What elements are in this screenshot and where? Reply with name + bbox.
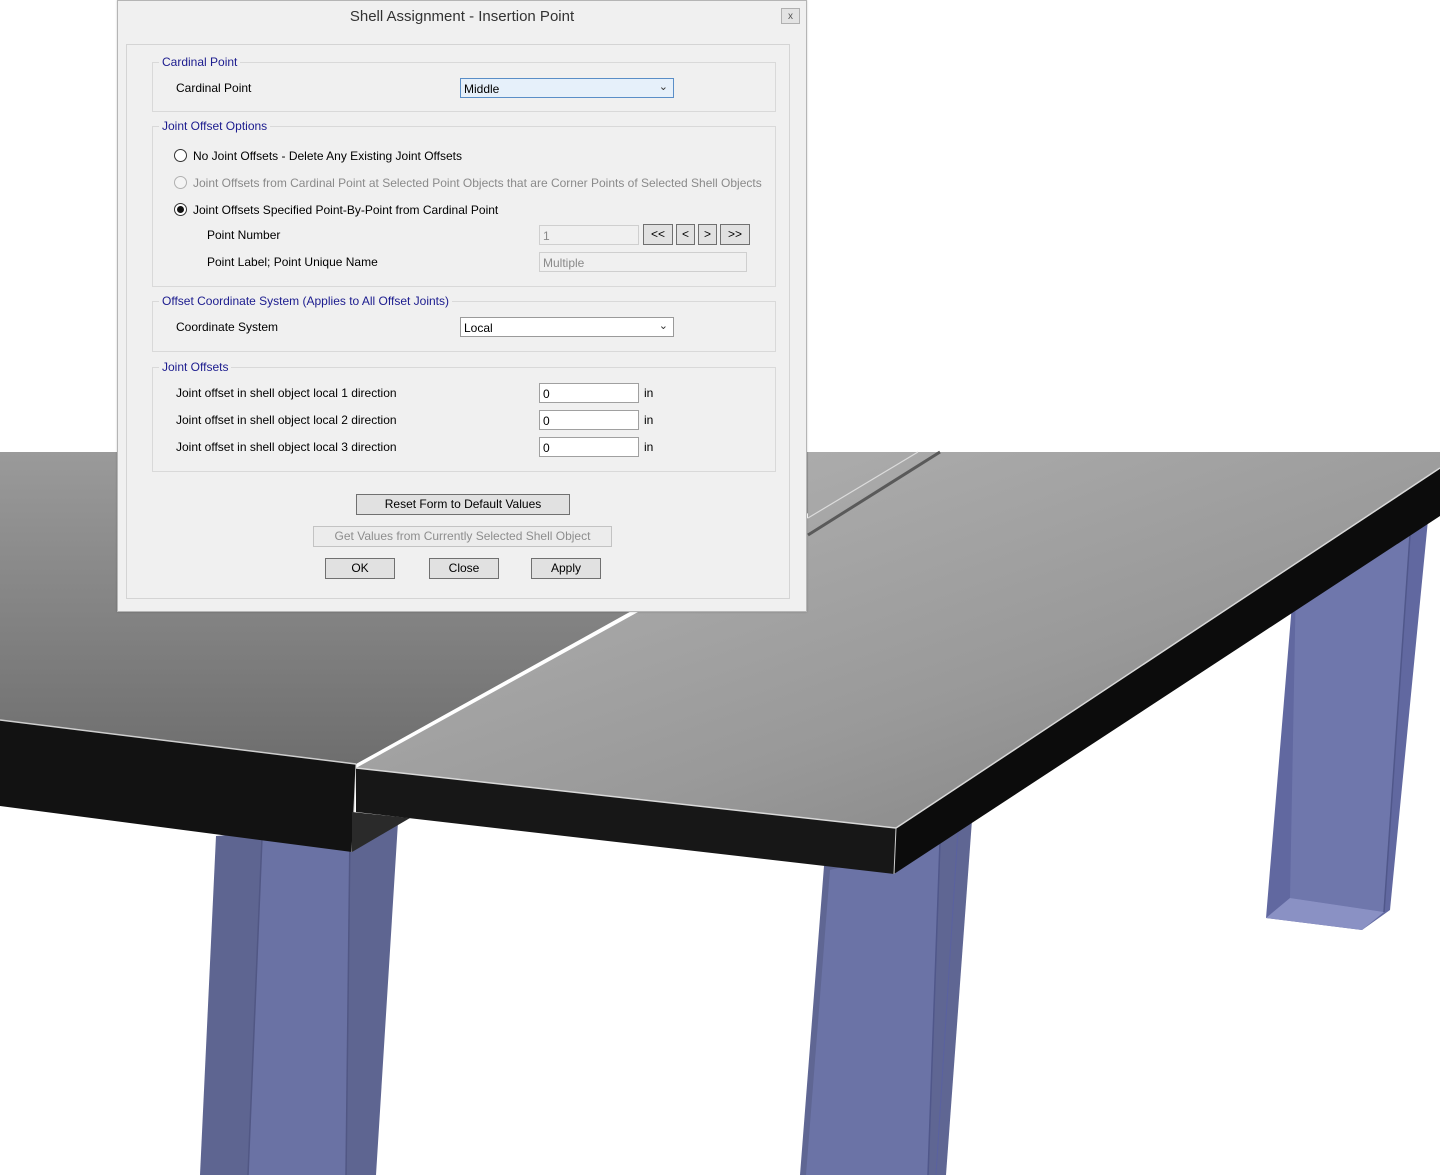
radio-point-by-point[interactable]	[174, 203, 187, 216]
cardinal-point-value: Middle	[464, 82, 500, 96]
offset-2-value: 0	[543, 414, 550, 428]
offset-3-label: Joint offset in shell object local 3 dir…	[176, 440, 397, 454]
shell-assignment-dialog: Shell Assignment - Insertion Point x Car…	[117, 0, 807, 612]
cardinal-point-group: Cardinal Point Cardinal Point Middle ⌄	[152, 55, 776, 112]
column-middle	[800, 820, 972, 1175]
offset-2-input[interactable]: 0	[539, 410, 639, 430]
close-icon[interactable]: x	[781, 8, 800, 24]
joint-offsets-group: Joint Offsets Joint offset in shell obje…	[152, 360, 776, 472]
reset-form-button[interactable]: Reset Form to Default Values	[356, 494, 570, 515]
group-title: Joint Offset Options	[159, 119, 271, 133]
cardinal-point-select[interactable]: Middle ⌄	[460, 78, 674, 98]
offset-2-unit: in	[644, 413, 654, 427]
get-values-button[interactable]: Get Values from Currently Selected Shell…	[313, 526, 612, 547]
dialog-title: Shell Assignment - Insertion Point	[349, 8, 575, 25]
radio-selected-dot	[177, 206, 184, 213]
radio-corner-points-label: Joint Offsets from Cardinal Point at Sel…	[193, 176, 762, 190]
first-point-button[interactable]: <<	[643, 224, 673, 245]
point-label-field[interactable]: Multiple	[539, 252, 747, 272]
radio-corner-points[interactable]	[174, 176, 187, 189]
point-number-label: Point Number	[207, 228, 281, 242]
cardinal-point-label: Cardinal Point	[176, 81, 252, 95]
coordinate-system-select[interactable]: Local ⌄	[460, 317, 674, 337]
radio-point-by-point-label: Joint Offsets Specified Point-By-Point f…	[193, 203, 499, 217]
chevron-down-icon: ⌄	[658, 81, 668, 93]
offset-1-label: Joint offset in shell object local 1 dir…	[176, 386, 397, 400]
previous-point-button[interactable]: <	[676, 224, 695, 245]
offset-3-unit: in	[644, 440, 654, 454]
offset-coordinate-system-group: Offset Coordinate System (Applies to All…	[152, 294, 776, 352]
close-button[interactable]: Close	[429, 558, 499, 579]
radio-no-joint-offsets-label: No Joint Offsets - Delete Any Existing J…	[193, 149, 463, 163]
offset-1-unit: in	[644, 386, 654, 400]
offset-3-value: 0	[543, 441, 550, 455]
coordinate-system-label: Coordinate System	[176, 320, 279, 334]
point-label-label: Point Label; Point Unique Name	[207, 255, 378, 269]
group-title: Cardinal Point	[159, 55, 241, 69]
offset-1-value: 0	[543, 387, 550, 401]
offset-1-input[interactable]: 0	[539, 383, 639, 403]
column-left	[200, 822, 398, 1175]
coordinate-system-value: Local	[464, 321, 493, 335]
chevron-down-icon: ⌄	[658, 320, 668, 332]
next-point-button[interactable]: >	[698, 224, 717, 245]
point-number-field[interactable]: 1	[539, 225, 639, 245]
offset-2-label: Joint offset in shell object local 2 dir…	[176, 413, 397, 427]
last-point-button[interactable]: >>	[720, 224, 750, 245]
group-title: Joint Offsets	[159, 360, 232, 374]
title-bar[interactable]: Shell Assignment - Insertion Point x	[118, 1, 806, 33]
apply-button[interactable]: Apply	[531, 558, 601, 579]
point-label-value: Multiple	[543, 256, 585, 270]
ok-button[interactable]: OK	[325, 558, 395, 579]
joint-offset-options-group: Joint Offset Options No Joint Offsets - …	[152, 119, 776, 287]
offset-3-input[interactable]: 0	[539, 437, 639, 457]
group-title: Offset Coordinate System (Applies to All…	[159, 294, 453, 308]
radio-no-joint-offsets[interactable]	[174, 149, 187, 162]
point-number-value: 1	[543, 229, 550, 243]
